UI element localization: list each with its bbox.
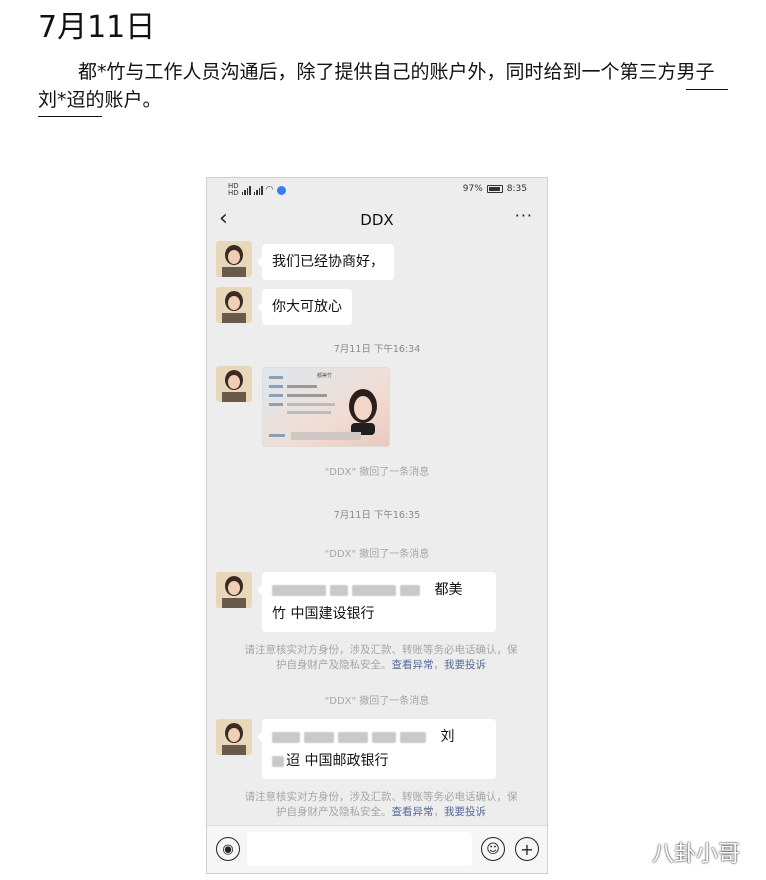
- avatar[interactable]: [216, 572, 252, 608]
- blurred-number: [338, 731, 368, 743]
- message-line: 都美: [272, 578, 486, 602]
- recall-notice: "DDX" 撤回了一条消息: [324, 549, 430, 560]
- battery-icon: [486, 185, 503, 193]
- wifi-icon: ◠: [265, 185, 274, 195]
- complain-link[interactable]: 我要投诉: [444, 806, 486, 818]
- timestamp: 7月11日 下午16:35: [333, 510, 421, 521]
- message-input[interactable]: [247, 832, 472, 866]
- message-line: 迢 中国邮政银行: [272, 749, 486, 773]
- signal-icon: [253, 185, 263, 195]
- document-date: 7月11日: [38, 10, 156, 45]
- account-holder-partial: 刘: [440, 729, 455, 745]
- blurred-number: [272, 731, 300, 743]
- bank-account-message[interactable]: 刘 迢 中国邮政银行: [257, 719, 496, 779]
- blurred-number: [272, 584, 326, 596]
- recall-notice: "DDX" 撤回了一条消息: [324, 467, 430, 478]
- emoji-icon[interactable]: ☺: [481, 837, 505, 861]
- message-text: 我们已经协商好，: [272, 254, 384, 270]
- id-card-image[interactable]: 都美竹: [262, 367, 390, 447]
- hd-label: HD HD: [228, 182, 239, 197]
- bank-name: 迢 中国邮政银行: [286, 753, 389, 769]
- underline-mark: [38, 116, 102, 117]
- blurred-number: [400, 731, 426, 743]
- message-line: 竹 中国建设银行: [272, 606, 375, 622]
- view-abnormal-link[interactable]: 查看异常: [392, 659, 434, 671]
- safety-warning: 请注意核实对方身份，涉及汇款、转账等务必电话确认，保护自身财产及隐私安全。查看异…: [244, 644, 518, 671]
- app-notification-icon: [276, 185, 286, 195]
- plus-icon[interactable]: +: [515, 837, 539, 861]
- avatar[interactable]: [216, 241, 252, 277]
- clock: 8:35: [506, 184, 527, 194]
- more-icon[interactable]: ···: [515, 206, 533, 225]
- message-text: 你大可放心: [272, 299, 342, 315]
- safety-warning: 请注意核实对方身份，涉及汇款、转账等务必电话确认，保护自身财产及隐私安全。查看异…: [244, 791, 518, 818]
- complain-link[interactable]: 我要投诉: [444, 659, 486, 671]
- chat-screenshot: HD HD ◠ 97% 8:35 ‹ DDX ··· 我们已经协商好， 你大可放心…: [206, 177, 548, 874]
- message-line: 刘: [272, 725, 486, 749]
- voice-icon[interactable]: ◉: [216, 837, 240, 861]
- chat-title: DDX: [360, 211, 394, 229]
- watermark: 八卦小哥: [652, 842, 741, 867]
- blurred-number: [372, 731, 396, 743]
- chat-header: ‹ DDX ···: [207, 202, 547, 238]
- avatar[interactable]: [216, 366, 252, 402]
- id-card-name: 都美竹: [317, 373, 333, 379]
- blurred-number: [400, 584, 420, 596]
- status-right: 97% 8:35: [463, 184, 527, 194]
- input-bar: ◉ ☺ +: [207, 825, 547, 873]
- timestamp: 7月11日 下午16:34: [333, 344, 421, 355]
- bank-account-message[interactable]: 都美 竹 中国建设银行: [257, 572, 496, 632]
- avatar[interactable]: [216, 719, 252, 755]
- blurred-number: [330, 584, 348, 596]
- message-bubble[interactable]: 你大可放心: [257, 289, 352, 325]
- view-abnormal-link[interactable]: 查看异常: [392, 806, 434, 818]
- avatar[interactable]: [216, 287, 252, 323]
- message-bubble[interactable]: 我们已经协商好，: [257, 244, 394, 280]
- recall-notice: "DDX" 撤回了一条消息: [324, 696, 430, 707]
- blurred-number: [352, 584, 396, 596]
- blurred-char: [272, 755, 284, 767]
- blurred-number: [304, 731, 334, 743]
- account-holder-partial: 都美: [434, 582, 463, 598]
- status-icons: HD HD ◠: [228, 183, 286, 197]
- underline-mark: [686, 89, 728, 90]
- status-bar: HD HD ◠ 97% 8:35: [207, 178, 547, 202]
- document-paragraph: 都*竹与工作人员沟通后，除了提供自己的账户外，同时给到一个第三方男子刘*迢的账户…: [38, 58, 730, 114]
- signal-icon: [241, 185, 251, 195]
- battery-percent: 97%: [462, 184, 483, 194]
- document-paragraph-text: 都*竹与工作人员沟通后，除了提供自己的账户外，同时给到一个第三方男子刘*迢的账户…: [38, 61, 715, 111]
